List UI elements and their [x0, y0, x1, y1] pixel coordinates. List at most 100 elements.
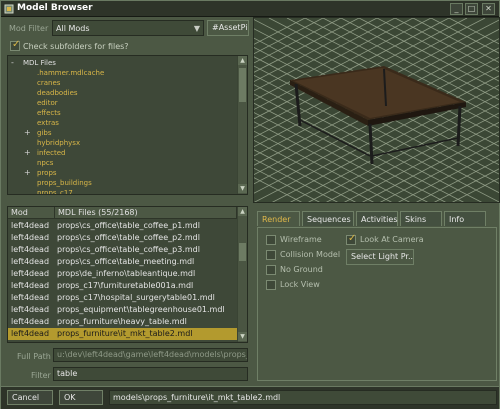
tree-node[interactable]: cranes — [37, 78, 60, 88]
row-file: props_furniture\heavy_table.mdl — [57, 317, 187, 326]
plus-icon[interactable]: + — [24, 128, 31, 138]
row-mod: left4dead — [11, 281, 50, 290]
tree-node[interactable]: hybridphysx — [37, 138, 80, 148]
select-light-preset-button[interactable]: Select Light Pr... — [346, 249, 414, 265]
row-file: props_equipment\tablegreenhouse01.mdl — [57, 305, 225, 314]
file-list-scrollbar[interactable]: ▲ ▼ — [237, 207, 247, 342]
tab-skins[interactable]: Skins — [400, 211, 442, 226]
check-subfolders-checkbox[interactable] — [10, 39, 20, 51]
row-mod: left4dead — [11, 317, 50, 326]
tree-node[interactable]: props_buildings — [37, 178, 92, 188]
folder-tree[interactable]: - MDL Files .hammer.mdlcache cranes deadbo… — [8, 56, 243, 194]
arrow-down-icon[interactable]: ▼ — [238, 332, 247, 341]
tree-node[interactable]: props_c17 — [37, 188, 73, 194]
folder-tree-panel[interactable]: - MDL Files .hammer.mdlcache cranes deadbo… — [7, 55, 248, 195]
bottom-bar: Cancel OK models\props_furniture\it_mkt_… — [1, 386, 499, 409]
window-title: Model Browser — [17, 3, 93, 13]
tree-node[interactable]: deadbodies — [37, 88, 78, 98]
tree-scroll-thumb[interactable] — [239, 68, 246, 102]
table-row[interactable]: left4dead props\cs_office\table_meeting.m… — [8, 256, 237, 268]
tree-node[interactable]: editor — [37, 98, 58, 108]
table-row[interactable]: left4dead props_c17\furnituretable001a.md… — [8, 280, 237, 292]
table-row[interactable]: left4dead props_furniture\it_mkt_table2.m… — [8, 328, 237, 340]
row-file: props\cs_office\table_coffee_p2.mdl — [57, 233, 200, 242]
selected-model-path[interactable]: models\props_furniture\it_mkt_table2.mdl — [109, 390, 497, 405]
tree-node[interactable]: npcs — [37, 158, 53, 168]
plus-icon[interactable]: + — [24, 148, 31, 158]
lock-view-checkbox[interactable] — [266, 280, 276, 290]
row-mod: left4dead — [11, 305, 50, 314]
ok-button[interactable]: OK — [59, 390, 103, 405]
column-header-mdl-files[interactable]: MDL Files (55/2168) — [55, 207, 237, 219]
collision-model-label: Collision Model — [280, 250, 341, 259]
asset-picker-button[interactable]: #AssetPi... — [207, 20, 249, 36]
filter-input[interactable]: table — [53, 367, 248, 381]
model-viewport[interactable] — [253, 17, 500, 203]
table-row[interactable]: left4dead props_c17\hospital_surgerytable… — [8, 292, 237, 304]
row-file: props\cs_office\table_coffee_p1.mdl — [57, 221, 200, 230]
model-browser-window: Model Browser _ □ ✕ Mod Filter All Mods … — [0, 0, 500, 409]
tree-node[interactable]: gibs — [37, 128, 51, 138]
close-button[interactable]: ✕ — [482, 3, 495, 15]
full-path-field[interactable]: u:\dev\left4dead\game\left4dead\models\p… — [53, 348, 248, 362]
mod-filter-dropdown[interactable]: All Mods ▼ — [52, 20, 204, 36]
row-mod: left4dead — [11, 257, 50, 266]
table-row[interactable]: left4dead props\cs_office\table_coffee_p1… — [8, 220, 237, 232]
minus-icon[interactable]: - — [11, 58, 14, 68]
arrow-up-icon[interactable]: ▲ — [238, 56, 247, 65]
file-list-panel[interactable]: Mod MDL Files (55/2168) left4dead props\c… — [7, 206, 248, 343]
table-row[interactable]: left4dead props\cs_office\table_coffee_p3… — [8, 244, 237, 256]
row-mod: left4dead — [11, 221, 50, 230]
tab-sequences[interactable]: Sequences — [302, 211, 354, 226]
column-header-mod[interactable]: Mod — [8, 207, 55, 219]
no-ground-checkbox[interactable] — [266, 265, 276, 275]
table-row[interactable]: left4dead props\cs_office\table_coffee_p2… — [8, 232, 237, 244]
filter-label: Filter — [31, 371, 51, 380]
tab-activities[interactable]: Activities — [356, 211, 398, 226]
check-subfolders-label: Check subfolders for files? — [23, 42, 129, 51]
model-browser-icon — [4, 4, 14, 14]
lock-view-label: Lock View — [280, 280, 320, 289]
tree-node[interactable]: infected — [37, 148, 66, 158]
row-file: props_furniture\it_mkt_table2.mdl — [57, 329, 193, 338]
table-row[interactable]: left4dead props_equipment\tablegreenhouse… — [8, 304, 237, 316]
file-list-rows[interactable]: left4dead props\cs_office\table_coffee_p1… — [8, 220, 237, 342]
row-mod: left4dead — [11, 245, 50, 254]
render-tab-panel: Wireframe Look At Camera Collision Model… — [257, 227, 497, 381]
wireframe-checkbox[interactable] — [266, 235, 276, 245]
row-file: props_c17\hospital_surgerytable01.mdl — [57, 293, 215, 302]
tree-node[interactable]: extras — [37, 118, 59, 128]
row-mod: left4dead — [11, 293, 50, 302]
arrow-down-icon[interactable]: ▼ — [238, 184, 247, 193]
tree-node[interactable]: props — [37, 168, 57, 178]
chevron-down-icon: ▼ — [193, 24, 200, 33]
table-row[interactable]: left4dead props\de_inferno\tableantique.m… — [8, 268, 237, 280]
row-mod: left4dead — [11, 233, 50, 242]
tree-root-mdl-files[interactable]: MDL Files — [23, 58, 56, 68]
row-file: props\cs_office\table_coffee_p3.mdl — [57, 245, 200, 254]
wireframe-label: Wireframe — [280, 235, 322, 244]
plus-icon[interactable]: + — [24, 168, 31, 178]
row-mod: left4dead — [11, 329, 50, 338]
arrow-up-icon[interactable]: ▲ — [238, 207, 247, 216]
look-at-camera-label: Look At Camera — [360, 235, 424, 244]
file-list-scroll-thumb[interactable] — [239, 243, 246, 261]
look-at-camera-checkbox[interactable] — [346, 233, 356, 245]
row-file: props\de_inferno\tableantique.mdl — [57, 269, 196, 278]
tab-info[interactable]: Info — [444, 211, 486, 226]
tree-node[interactable]: .hammer.mdlcache — [37, 68, 104, 78]
tree-node[interactable]: effects — [37, 108, 61, 118]
tree-scrollbar[interactable]: ▲ ▼ — [237, 56, 247, 194]
mod-filter-value: All Mods — [56, 24, 90, 33]
table-row[interactable]: left4dead props_furniture\heavy_table.mdl — [8, 316, 237, 328]
maximize-button[interactable]: □ — [465, 3, 478, 15]
tab-render[interactable]: Render — [257, 211, 300, 226]
minimize-button[interactable]: _ — [450, 3, 463, 15]
collision-model-checkbox[interactable] — [266, 250, 276, 260]
mod-filter-label: Mod Filter — [9, 24, 49, 33]
viewport-grid — [254, 18, 499, 202]
title-bar[interactable]: Model Browser _ □ ✕ — [1, 1, 499, 17]
row-file: props\cs_office\table_meeting.mdl — [57, 257, 195, 266]
cancel-button[interactable]: Cancel — [7, 390, 53, 405]
no-ground-label: No Ground — [280, 265, 323, 274]
